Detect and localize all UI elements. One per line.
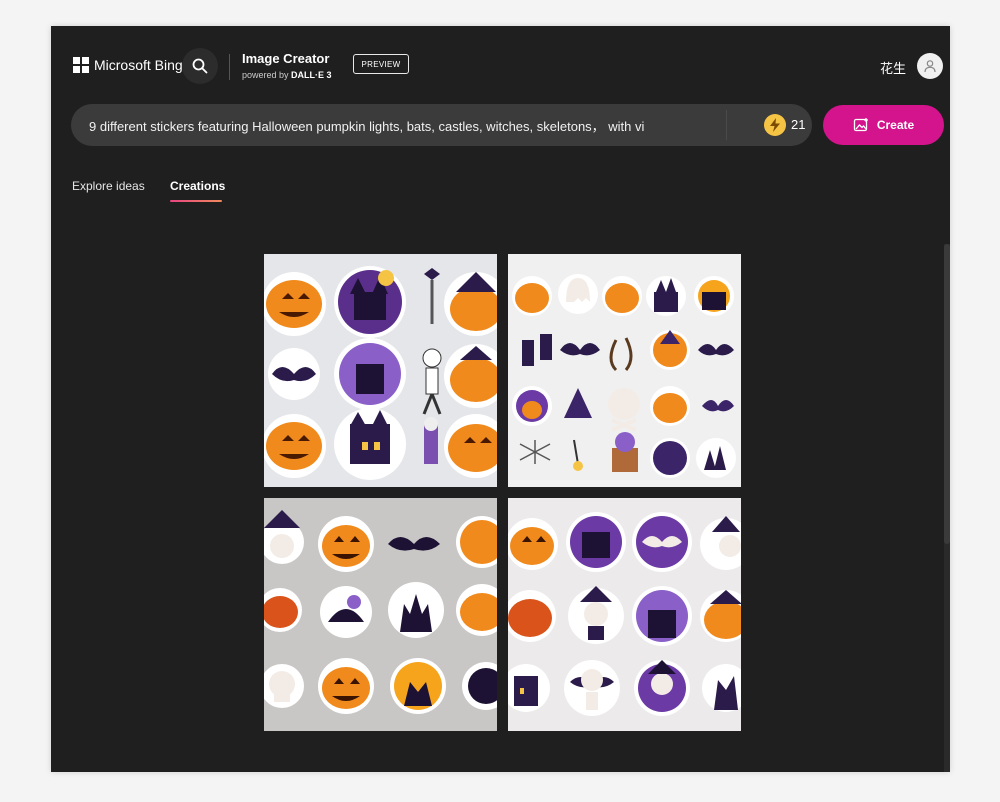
header-divider [229,54,230,80]
preview-badge: PREVIEW [353,54,409,74]
brand-label: Microsoft Bing [94,57,183,73]
app-window: Microsoft Bing Image Creator powered by … [51,26,950,772]
microsoft-bing-logo[interactable]: Microsoft Bing [73,57,183,73]
generated-image-2[interactable] [508,254,741,487]
tab-creations[interactable]: Creations [170,179,225,193]
windows-logo-icon [73,57,89,73]
boost-icon[interactable] [764,114,786,136]
app-title-block[interactable]: Image Creator powered by DALL·E 3 [242,51,332,82]
generated-image-3[interactable] [264,498,497,731]
tab-explore-ideas[interactable]: Explore ideas [72,179,145,193]
avatar[interactable] [917,53,943,79]
create-button[interactable]: Create [823,105,944,145]
halloween-sticker-sheet-image [264,254,497,487]
prompt-divider [726,110,727,140]
model-name: DALL·E 3 [291,70,332,80]
active-tab-indicator [170,200,222,202]
prompt-bar: 21 [71,104,812,146]
generated-image-4[interactable] [508,498,741,731]
user-name[interactable]: 花生 [880,58,906,77]
powered-by-text: powered by DALL·E 3 [242,70,332,80]
prompt-input[interactable] [89,104,724,146]
create-image-icon [853,118,868,132]
halloween-sticker-sheet-image [508,498,741,731]
generated-image-1[interactable] [264,254,497,487]
boost-count: 21 [791,117,806,132]
scrollbar-thumb[interactable] [944,244,950,544]
halloween-sticker-sheet-image [508,254,741,487]
search-icon [192,58,208,74]
search-button[interactable] [182,48,218,84]
app-title: Image Creator [242,51,330,66]
create-button-label: Create [876,118,915,132]
user-icon [924,60,936,73]
halloween-sticker-sheet-image [264,498,497,731]
